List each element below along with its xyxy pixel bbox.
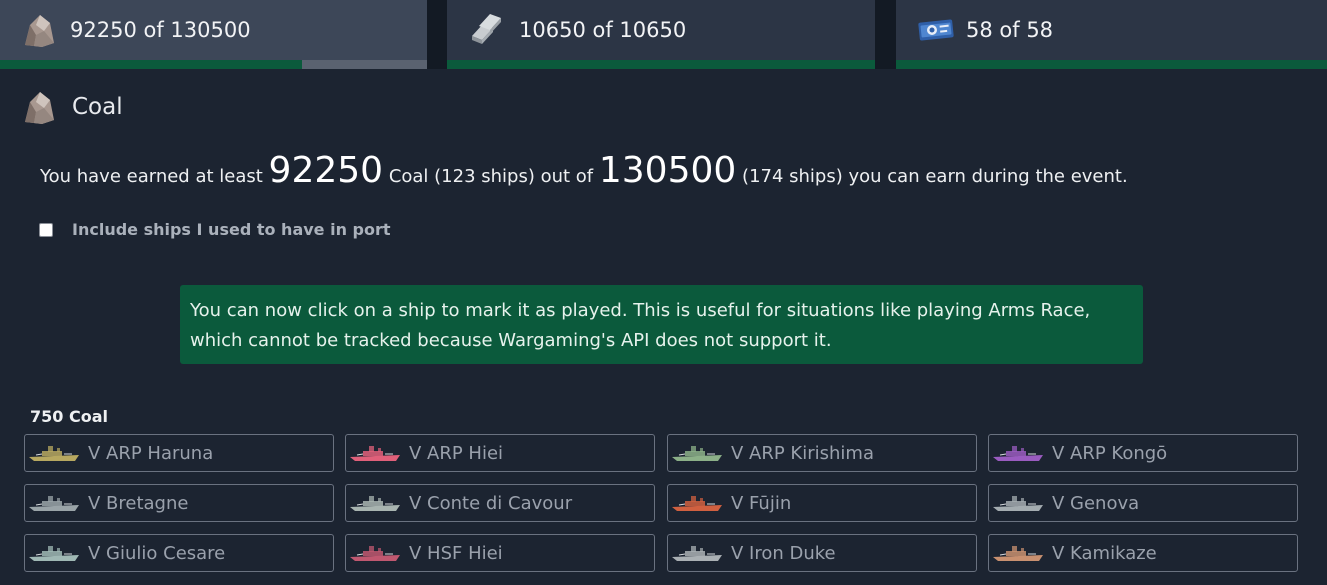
resource-tabs: 92250 of 130500 10650 of 10650 58 of 58 (0, 0, 1327, 69)
ship-name: V ARP Haruna (88, 442, 214, 464)
ship-name: V Kamikaze (1052, 542, 1157, 564)
ship-name: V HSF Hiei (409, 542, 503, 564)
earned-summary: You have earned at least 92250 Coal (123… (40, 150, 1128, 191)
summary-prefix: You have earned at least (40, 166, 263, 187)
ship-name: V Bretagne (88, 492, 189, 514)
ship-icon (29, 446, 79, 461)
ship-card[interactable]: V Giulio Cesare (24, 534, 334, 572)
ship-icon (993, 546, 1043, 561)
ticket-icon (918, 19, 954, 41)
ship-name: V ARP Kirishima (731, 442, 874, 464)
ship-icon (993, 496, 1043, 511)
section-title: Coal (72, 94, 123, 120)
coal-icon (25, 92, 54, 124)
ship-name: V ARP Kongō (1052, 442, 1168, 464)
earned-value: 92250 (268, 150, 384, 191)
ship-icon (672, 496, 722, 511)
ship-card[interactable]: V Genova (988, 484, 1298, 522)
steel-icon (472, 14, 501, 44)
tickets-progress-bar (896, 60, 1327, 69)
ship-icon (350, 546, 400, 561)
ship-icon (993, 446, 1043, 461)
tab-coal[interactable]: 92250 of 130500 (0, 0, 427, 69)
ship-name: V Genova (1052, 492, 1140, 514)
steel-progress-fill (447, 60, 875, 69)
ship-name: V ARP Hiei (409, 442, 504, 464)
ship-icon (672, 546, 722, 561)
tab-tickets-text: 58 of 58 (966, 18, 1054, 42)
info-notice: You can now click on a ship to mark it a… (180, 285, 1143, 364)
steel-progress-bar (447, 60, 875, 69)
ship-icon (29, 496, 79, 511)
ship-icon (350, 496, 400, 511)
section-heading: Coal (20, 88, 123, 126)
ship-icon (672, 446, 722, 461)
ship-card[interactable]: V Kamikaze (988, 534, 1298, 572)
ship-name: V Giulio Cesare (88, 542, 226, 564)
ship-icon (29, 546, 79, 561)
tab-coal-text: 92250 of 130500 (70, 18, 251, 42)
ship-card[interactable]: V HSF Hiei (345, 534, 655, 572)
coal-progress-bar (0, 60, 427, 69)
summary-mid: Coal (123 ships) out of (388, 166, 594, 187)
ship-card[interactable]: V ARP Kongō (988, 434, 1298, 472)
tab-steel-text: 10650 of 10650 (519, 18, 687, 42)
ship-name: V Iron Duke (731, 542, 836, 564)
include-old-ships-label[interactable]: Include ships I used to have in port (72, 220, 391, 239)
ship-name: V Conte di Cavour (409, 492, 573, 514)
summary-suffix: (174 ships) you can earn during the even… (742, 166, 1128, 187)
group-label: 750 Coal (30, 407, 108, 426)
tab-tickets[interactable]: 58 of 58 (896, 0, 1327, 69)
ship-card[interactable]: V Iron Duke (667, 534, 977, 572)
ship-card[interactable]: V ARP Hiei (345, 434, 655, 472)
ship-icon (350, 446, 400, 461)
ship-card[interactable]: V ARP Kirishima (667, 434, 977, 472)
ship-card[interactable]: V ARP Haruna (24, 434, 334, 472)
tickets-progress-fill (896, 60, 1327, 69)
include-old-ships-checkbox[interactable] (39, 222, 53, 237)
total-value: 130500 (598, 150, 737, 191)
ship-card[interactable]: V Bretagne (24, 484, 334, 522)
coal-progress-fill (0, 60, 302, 69)
ship-card[interactable]: V Conte di Cavour (345, 484, 655, 522)
tab-steel[interactable]: 10650 of 10650 (447, 0, 875, 69)
ship-name: V Fūjin (731, 492, 792, 514)
coal-icon (25, 15, 54, 47)
ship-card[interactable]: V Fūjin (667, 484, 977, 522)
include-old-ships-option[interactable]: Include ships I used to have in port (39, 220, 391, 239)
